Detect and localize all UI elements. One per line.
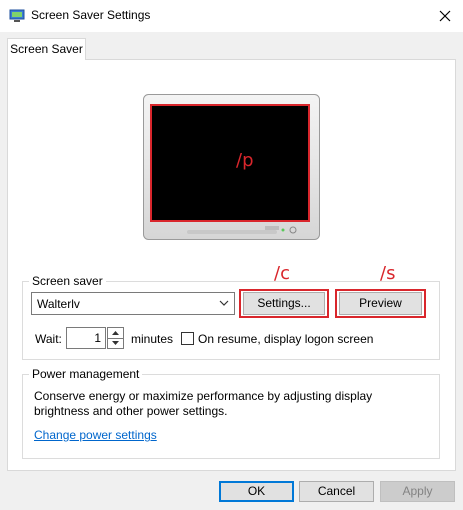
spin-down-button[interactable]	[108, 338, 123, 348]
close-icon	[439, 10, 451, 22]
settings-button[interactable]: Settings...	[243, 292, 325, 315]
arrow-up-icon	[112, 331, 119, 335]
power-description-line1: Conserve energy or maximize performance …	[34, 389, 373, 403]
wait-label: Wait:	[35, 332, 62, 346]
power-description-line2: brightness and other power settings.	[34, 404, 228, 418]
screen-saver-app-icon	[9, 8, 25, 24]
cancel-button[interactable]: Cancel	[299, 481, 374, 502]
wait-spinner	[107, 327, 124, 349]
change-power-settings-link[interactable]: Change power settings	[34, 428, 157, 442]
chevron-down-icon	[218, 297, 230, 309]
wait-minutes-input[interactable]: 1	[66, 327, 106, 349]
minutes-label: minutes	[131, 332, 174, 346]
screen-saver-legend: Screen saver	[29, 274, 106, 288]
selected-screen-saver: Walterlv	[37, 297, 80, 311]
window-title: Screen Saver Settings	[31, 8, 151, 22]
preview-screen	[150, 104, 310, 222]
arrow-down-icon	[112, 341, 119, 345]
power-management-legend: Power management	[29, 367, 143, 381]
close-button[interactable]	[427, 0, 463, 32]
screen-saver-dropdown[interactable]: Walterlv	[31, 292, 235, 315]
preview-button[interactable]: Preview	[339, 292, 422, 315]
apply-button[interactable]: Apply	[380, 481, 455, 502]
settings-annotation: /c	[274, 263, 290, 284]
ok-button[interactable]: OK	[219, 481, 294, 502]
tab-screen-saver[interactable]: Screen Saver	[7, 38, 86, 60]
preview-annotation: /p	[236, 150, 254, 171]
on-resume-checkbox[interactable]	[181, 332, 194, 345]
on-resume-label[interactable]: On resume, display logon screen	[198, 332, 373, 346]
preview-button-annotation: /s	[380, 263, 396, 284]
